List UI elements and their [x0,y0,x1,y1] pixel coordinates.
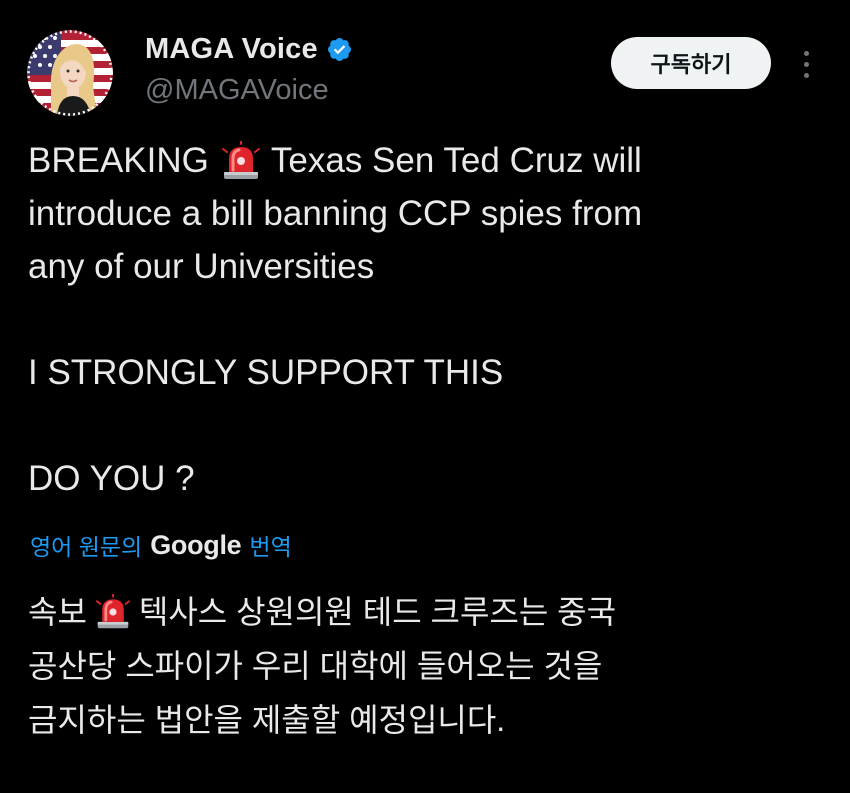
post-line-1-start: BREAKING [28,141,209,180]
translated-text: 속보 텍사스 상원의원 테드 크루즈는 중국 공산당 스파이가 우리 대학에 들… [28,585,616,747]
translated-line: 금지하는 법안을 제출할 예정입니다. [28,702,506,738]
rotating-light-siren-icon [95,594,130,629]
more-options-icon[interactable] [795,44,817,84]
subscribe-button[interactable]: 구독하기 [611,37,771,89]
avatar-image [27,30,113,116]
author-name-row[interactable]: MAGA Voice [145,33,353,66]
post-line-1-end: Texas Sen Ted Cruz will [270,141,642,180]
avatar[interactable] [27,30,113,116]
google-logo: Google [150,529,242,560]
post-line: I STRONGLY SUPPORT THIS [28,353,504,392]
post-line: introduce a bill banning CCP spies from [28,194,643,233]
translated-line-1-end: 텍사스 상원의원 테드 크루즈는 중국 [138,594,617,630]
translation-bar[interactable]: 영어 원문의 Google 번역 [30,528,292,562]
translated-line: 속보 텍사스 상원의원 테드 크루즈는 중국 [28,585,616,639]
display-name[interactable]: MAGA Voice [145,33,318,66]
translated-line-1-start: 속보 [28,594,87,630]
translation-label[interactable]: 번역 [249,528,291,562]
post-line: BREAKING Texas Sen Ted Cruz will [28,134,642,187]
verified-badge-icon [327,37,351,62]
post-line: DO YOU ? [28,459,195,498]
post-line: any of our Universities [28,247,375,286]
post-text: BREAKING Texas Sen Ted Cruz will introdu… [28,134,642,505]
author-handle[interactable]: @MAGAVoice [145,74,329,107]
tweet: MAGA Voice @MAGAVoice 구독하기 BREAKING Texa… [0,0,850,793]
translated-line: 공산당 스파이가 우리 대학에 들어오는 것을 [28,648,603,684]
translation-source-label[interactable]: 영어 원문의 [30,528,142,562]
rotating-light-siren-icon [221,140,260,179]
